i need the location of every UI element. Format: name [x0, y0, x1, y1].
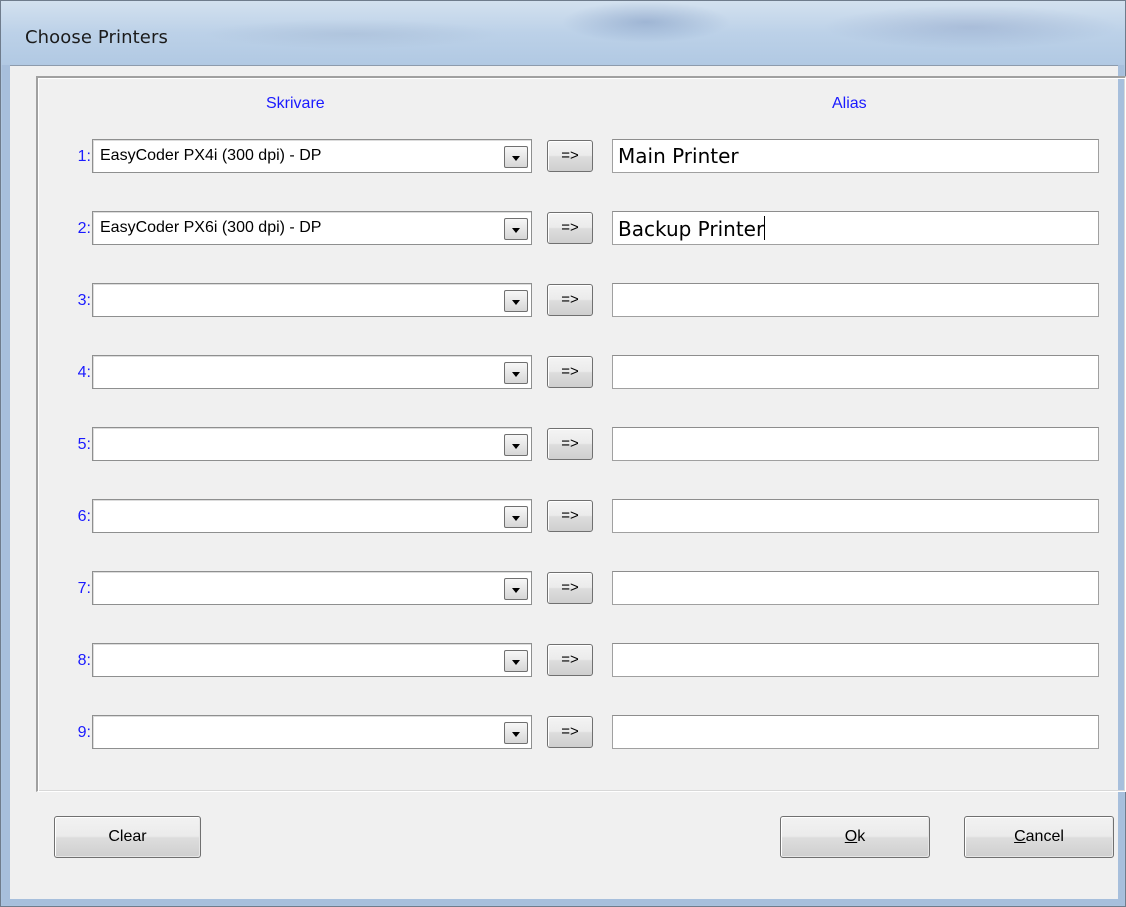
dropdown-button[interactable]: [504, 506, 528, 528]
printer-row: 9: =>: [1, 715, 1126, 751]
alias-input[interactable]: [612, 715, 1099, 749]
window-frame-left: [2, 65, 10, 898]
alias-column-header: Alias: [832, 95, 867, 112]
printer-select[interactable]: EasyCoder PX6i (300 dpi) - DP: [92, 211, 532, 245]
choose-printers-dialog: Choose Printers Skrivare Alias 1: EasyCod…: [0, 0, 1126, 907]
ok-mnemonic: O: [844, 828, 858, 845]
chevron-down-icon: [512, 228, 520, 233]
dropdown-button[interactable]: [504, 146, 528, 168]
chevron-down-icon: [512, 444, 520, 449]
copy-to-alias-button[interactable]: =>: [547, 572, 593, 604]
alias-input[interactable]: [612, 499, 1099, 533]
title-bar-glass-blur: [821, 5, 1121, 49]
printer-row: 4: =>: [1, 355, 1126, 391]
dropdown-button[interactable]: [504, 290, 528, 312]
row-number-label: 4:: [77, 364, 91, 381]
cancel-mnemonic: C: [1014, 828, 1026, 845]
printer-column-header: Skrivare: [266, 95, 325, 112]
chevron-down-icon: [512, 300, 520, 305]
dropdown-button[interactable]: [504, 434, 528, 456]
printer-row: 3: =>: [1, 283, 1126, 319]
alias-input[interactable]: [612, 427, 1099, 461]
copy-to-alias-button[interactable]: =>: [547, 212, 593, 244]
printer-row: 5: =>: [1, 427, 1126, 463]
alias-input-value: Main Printer: [618, 144, 739, 168]
alias-input-value: Backup Printer: [618, 216, 766, 241]
ok-label-rest: k: [857, 828, 866, 845]
row-number-label: 6:: [77, 508, 91, 525]
printer-row: 8: =>: [1, 643, 1126, 679]
cancel-label-rest: ancel: [1025, 828, 1064, 845]
dropdown-button[interactable]: [504, 362, 528, 384]
alias-input[interactable]: Backup Printer: [612, 211, 1099, 245]
copy-to-alias-button[interactable]: =>: [547, 428, 593, 460]
alias-input[interactable]: [612, 571, 1099, 605]
dropdown-button[interactable]: [504, 218, 528, 240]
printer-select[interactable]: [92, 355, 532, 389]
printer-row: 7: =>: [1, 571, 1126, 607]
row-number-label: 5:: [77, 436, 91, 453]
row-number-label: 9:: [77, 724, 91, 741]
dropdown-button[interactable]: [504, 578, 528, 600]
printer-row: 2: EasyCoder PX6i (300 dpi) - DP => Backup …: [1, 211, 1126, 247]
printer-select[interactable]: [92, 283, 532, 317]
copy-to-alias-button[interactable]: =>: [547, 356, 593, 388]
dropdown-button[interactable]: [504, 722, 528, 744]
chevron-down-icon: [512, 372, 520, 377]
printer-select-value: EasyCoder PX4i (300 dpi) - DP: [100, 147, 322, 164]
title-bar-glass-blur: [201, 19, 501, 49]
printer-select[interactable]: EasyCoder PX4i (300 dpi) - DP: [92, 139, 532, 173]
alias-input[interactable]: Main Printer: [612, 139, 1099, 173]
cancel-button[interactable]: Cancel: [964, 816, 1114, 858]
copy-to-alias-button[interactable]: =>: [547, 140, 593, 172]
row-number-label: 7:: [77, 580, 91, 597]
row-number-label: 2:: [77, 220, 91, 237]
row-number-label: 1:: [77, 148, 91, 165]
title-bar[interactable]: Choose Printers: [1, 1, 1125, 65]
title-bar-glass-blur: [561, 1, 731, 43]
text-cursor: [764, 216, 766, 240]
ok-button[interactable]: Ok: [780, 816, 930, 858]
chevron-down-icon: [512, 732, 520, 737]
alias-input[interactable]: [612, 283, 1099, 317]
copy-to-alias-button[interactable]: =>: [547, 500, 593, 532]
copy-to-alias-button[interactable]: =>: [547, 716, 593, 748]
window-title: Choose Printers: [25, 27, 168, 48]
printer-select[interactable]: [92, 571, 532, 605]
clear-button[interactable]: Clear: [54, 816, 201, 858]
dropdown-button[interactable]: [504, 650, 528, 672]
copy-to-alias-button[interactable]: =>: [547, 644, 593, 676]
printer-select[interactable]: [92, 715, 532, 749]
printer-select[interactable]: [92, 499, 532, 533]
copy-to-alias-button[interactable]: =>: [547, 284, 593, 316]
clear-button-label: Clear: [108, 828, 147, 845]
chevron-down-icon: [512, 588, 520, 593]
alias-input[interactable]: [612, 643, 1099, 677]
row-number-label: 3:: [77, 292, 91, 309]
alias-input[interactable]: [612, 355, 1099, 389]
chevron-down-icon: [512, 516, 520, 521]
dialog-client-area: [10, 65, 1126, 899]
printer-row: 1: EasyCoder PX4i (300 dpi) - DP => Main Pr…: [1, 139, 1126, 175]
printer-select[interactable]: [92, 427, 532, 461]
chevron-down-icon: [512, 660, 520, 665]
printer-select-value: EasyCoder PX6i (300 dpi) - DP: [100, 219, 322, 236]
printer-select[interactable]: [92, 643, 532, 677]
printer-row: 6: =>: [1, 499, 1126, 535]
row-number-label: 8:: [77, 652, 91, 669]
chevron-down-icon: [512, 156, 520, 161]
